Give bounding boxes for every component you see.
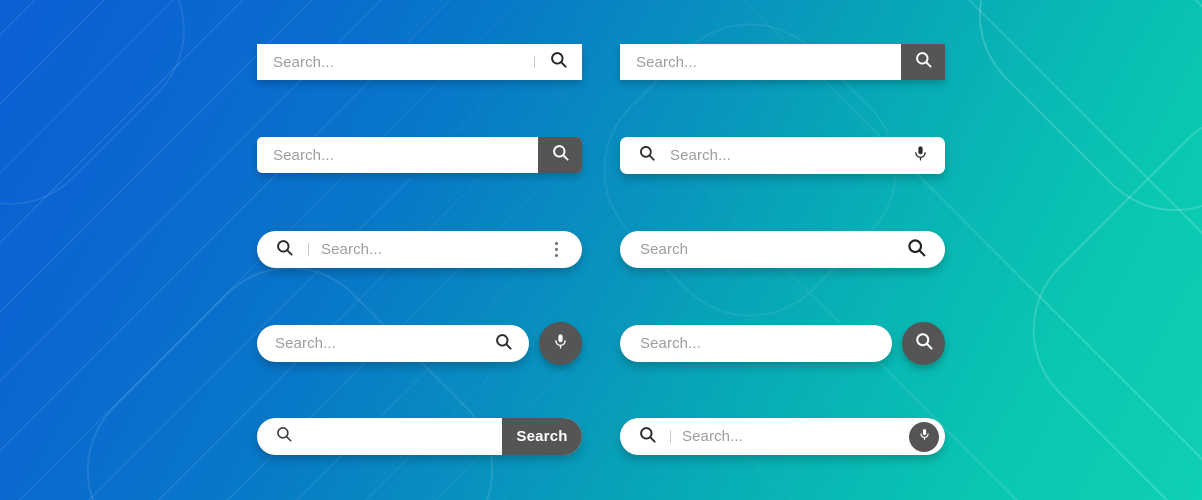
searchbar-9-field[interactable]: Search xyxy=(257,418,582,455)
searchbar-7[interactable]: Search... xyxy=(257,322,582,365)
search-icon xyxy=(914,50,933,74)
searchbar-3[interactable]: Search... xyxy=(257,137,582,173)
voice-search-button[interactable] xyxy=(909,421,939,452)
searchbar-8-placeholder: Search... xyxy=(640,335,701,352)
searchbar-2[interactable]: Search... xyxy=(620,44,945,80)
search-icon[interactable] xyxy=(638,144,656,167)
search-icon[interactable] xyxy=(638,425,657,449)
searchbar-4-placeholder: Search... xyxy=(670,147,731,164)
searchbar-10-divider xyxy=(670,430,671,443)
searchbar-1-field[interactable]: Search... xyxy=(257,44,582,80)
search-button-label: Search xyxy=(516,428,568,445)
searchbar-6[interactable]: Search xyxy=(620,231,945,268)
searchbar-2-placeholder: Search... xyxy=(636,53,697,71)
search-icon xyxy=(551,143,570,167)
more-vertical-icon[interactable] xyxy=(548,242,564,257)
search-button[interactable]: Search xyxy=(502,418,582,455)
searchbar-4[interactable]: Search... xyxy=(620,137,945,174)
searchbar-10-field[interactable]: Search... xyxy=(620,418,945,455)
search-icon[interactable] xyxy=(906,237,927,263)
microphone-icon xyxy=(552,333,569,355)
searchbar-10[interactable]: Search... xyxy=(620,418,945,455)
searchbar-9[interactable]: Search xyxy=(257,418,582,455)
search-bar-grid: Search... Search... Search... Search... … xyxy=(0,0,1202,500)
search-button[interactable] xyxy=(901,44,945,80)
searchbar-7-placeholder: Search... xyxy=(275,335,336,352)
searchbar-7-field[interactable]: Search... xyxy=(257,325,529,362)
search-button[interactable] xyxy=(538,137,582,173)
microphone-icon[interactable] xyxy=(912,145,929,167)
searchbar-8-field[interactable]: Search... xyxy=(620,325,892,362)
searchbar-3-placeholder: Search... xyxy=(273,146,334,164)
search-icon xyxy=(914,331,934,356)
searchbar-1-placeholder: Search... xyxy=(273,53,334,71)
voice-search-button[interactable] xyxy=(539,322,582,365)
search-button[interactable] xyxy=(902,322,945,365)
searchbar-5[interactable]: Search... xyxy=(257,231,582,268)
searchbar-6-field[interactable]: Search xyxy=(620,231,945,268)
searchbar-1[interactable]: Search... xyxy=(257,44,582,80)
searchbar-3-field[interactable]: Search... xyxy=(257,137,582,173)
search-icon[interactable] xyxy=(494,332,513,356)
searchbar-8[interactable]: Search... xyxy=(620,322,945,365)
searchbar-5-field[interactable]: Search... xyxy=(257,231,582,268)
searchbar-5-placeholder: Search... xyxy=(321,241,382,258)
searchbar-5-divider xyxy=(308,243,309,256)
searchbar-2-field[interactable]: Search... xyxy=(620,44,945,80)
search-icon[interactable] xyxy=(275,238,294,262)
search-icon[interactable] xyxy=(275,425,293,448)
searchbar-4-field[interactable]: Search... xyxy=(620,137,945,174)
searchbar-6-placeholder: Search xyxy=(640,241,689,258)
microphone-icon xyxy=(918,428,931,446)
searchbar-10-placeholder: Search... xyxy=(682,428,743,445)
search-icon[interactable] xyxy=(535,50,582,74)
